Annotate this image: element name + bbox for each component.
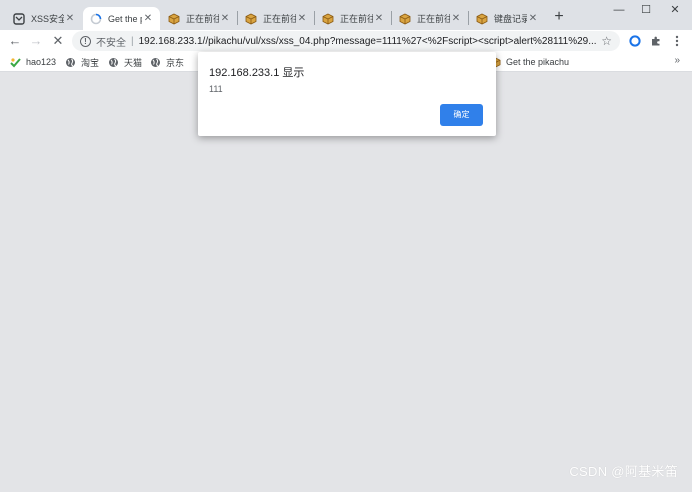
forward-button[interactable]: →	[27, 32, 45, 50]
back-button[interactable]: ←	[6, 32, 24, 50]
minimize-button[interactable]: —	[604, 2, 634, 20]
bookmark-taobao[interactable]: 淘宝	[65, 55, 99, 69]
pikachu-icon	[12, 12, 26, 26]
omnibox-divider: |	[131, 35, 134, 47]
security-label[interactable]: 不安全	[96, 34, 126, 49]
bookmarks-overflow-button[interactable]: »	[674, 55, 680, 66]
close-icon[interactable]: ✕	[219, 13, 231, 24]
package-icon	[167, 12, 181, 26]
warning-icon[interactable]: !	[80, 35, 91, 47]
watermark: CSDN @阿基米笛	[569, 464, 678, 479]
bookmark-label: hao123	[26, 57, 57, 67]
tab-title: 正在前往	[263, 14, 296, 24]
tab-xss[interactable]: XSS安全 ✕	[6, 7, 82, 30]
tab-strip: XSS安全 ✕ Get the p ✕ 正在前往 ✕ 正在前往 ✕ 正在前往 ✕	[0, 0, 692, 30]
tab-loading-3[interactable]: 正在前往 ✕	[315, 7, 391, 30]
hao123-icon	[10, 57, 21, 68]
bookmark-label: 天猫	[124, 57, 143, 68]
bookmark-star-icon[interactable]: ☆	[601, 34, 612, 48]
close-icon[interactable]: ✕	[142, 13, 154, 24]
bookmark-label: 京东	[166, 57, 185, 68]
puzzle-icon[interactable]	[648, 33, 664, 49]
url-text[interactable]: 192.168.233.1//pikachu/vul/xss/xss_04.ph…	[139, 36, 598, 47]
close-icon[interactable]: ✕	[373, 13, 385, 24]
close-icon[interactable]: ✕	[296, 13, 308, 24]
new-tab-button[interactable]: +	[550, 8, 568, 26]
bookmark-hao123[interactable]: hao123	[10, 55, 56, 69]
tab-keylogger[interactable]: 键盘记录 ✕	[469, 7, 545, 30]
maximize-button[interactable]: ☐	[631, 2, 661, 20]
close-icon[interactable]: ✕	[527, 13, 539, 24]
window-close-button[interactable]: ✕	[660, 2, 690, 20]
tab-get-the-pikachu[interactable]: Get the p ✕	[83, 7, 160, 30]
loading-icon	[89, 12, 103, 26]
tab-loading-2[interactable]: 正在前往 ✕	[238, 7, 314, 30]
close-icon[interactable]: ✕	[450, 13, 462, 24]
package-icon	[244, 12, 258, 26]
package-icon	[321, 12, 335, 26]
tab-title: XSS安全	[31, 14, 64, 24]
tab-loading-1[interactable]: 正在前往 ✕	[161, 7, 237, 30]
package-icon	[398, 12, 412, 26]
globe-icon	[65, 57, 76, 68]
tab-title: 正在前往	[340, 14, 373, 24]
tab-title: 正在前往	[417, 14, 450, 24]
browser-toolbar: ← → ✕ ! 不安全 | 192.168.233.1//pikachu/vul…	[0, 30, 692, 52]
extension-icon[interactable]	[627, 33, 643, 49]
tab-title: 键盘记录	[494, 14, 527, 24]
package-icon	[475, 12, 489, 26]
bookmark-tmall[interactable]: 天猫	[108, 55, 142, 69]
alert-dialog: 192.168.233.1 显示 111 确定	[198, 52, 496, 136]
dialog-message: 111	[209, 84, 223, 94]
bookmark-get-the-pikachu[interactable]: Get the pikachu	[490, 55, 569, 69]
stop-button[interactable]: ✕	[49, 32, 67, 50]
tab-title: 正在前往	[186, 14, 219, 24]
tab-loading-4[interactable]: 正在前往 ✕	[392, 7, 468, 30]
address-bar[interactable]: ! 不安全 | 192.168.233.1//pikachu/vul/xss/x…	[72, 31, 620, 51]
globe-icon	[108, 57, 119, 68]
ok-button[interactable]: 确定	[440, 104, 483, 126]
close-icon[interactable]: ✕	[64, 13, 76, 24]
tab-title: Get the p	[108, 13, 142, 24]
bookmark-label: Get the pikachu	[506, 57, 570, 67]
dialog-origin: 192.168.233.1 显示	[209, 67, 305, 79]
bookmark-label: 淘宝	[81, 57, 100, 68]
menu-icon[interactable]	[669, 33, 685, 49]
globe-icon	[150, 57, 161, 68]
bookmark-jd[interactable]: 京东	[150, 55, 184, 69]
